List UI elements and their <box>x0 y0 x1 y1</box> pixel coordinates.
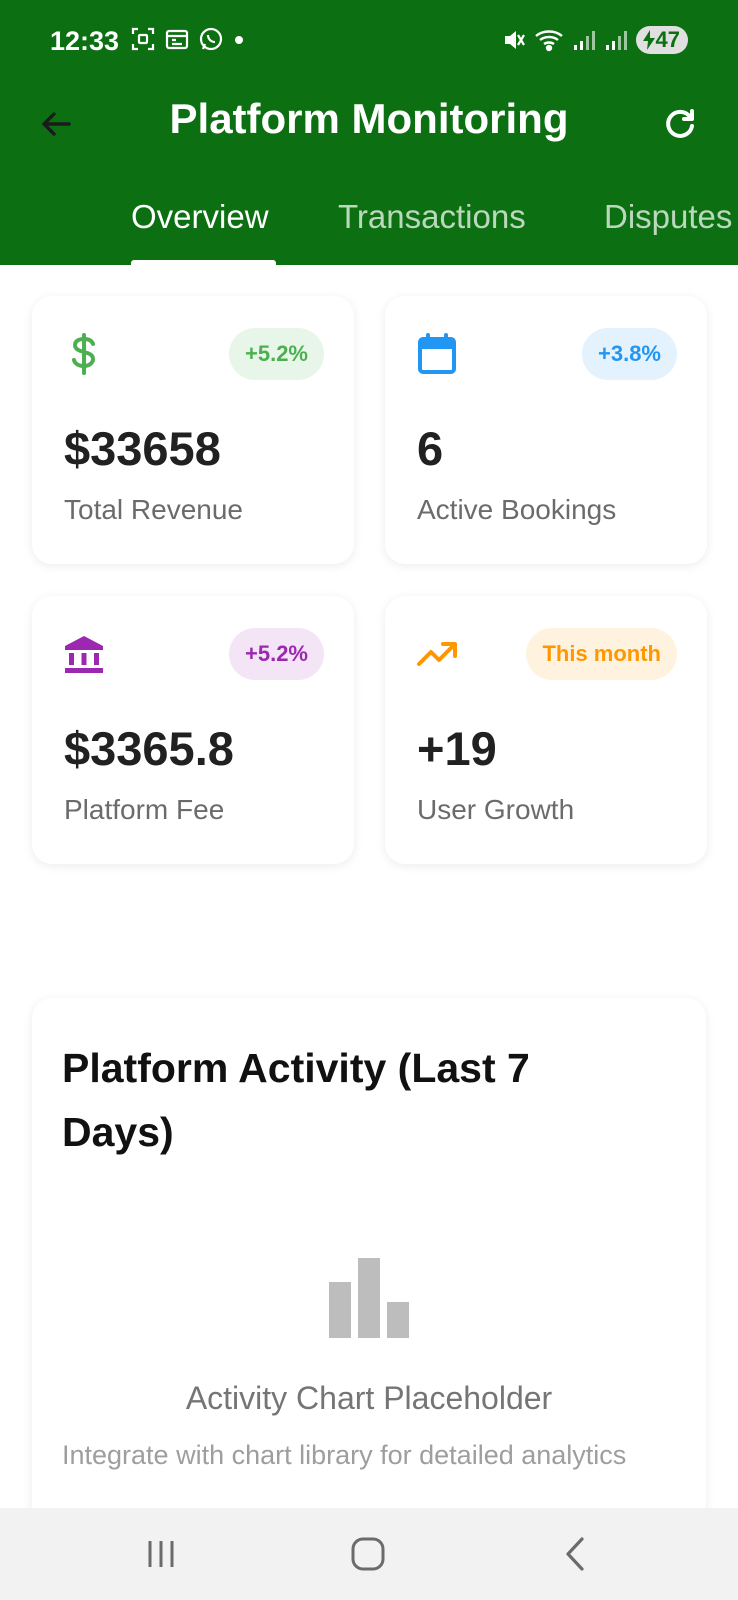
stat-value: +19 <box>417 722 497 775</box>
battery-level: 47 <box>655 27 680 52</box>
stat-card-active-bookings: +3.8% 6 Active Bookings <box>385 296 707 564</box>
stat-badge: +5.2% <box>229 628 324 680</box>
chart-placeholder-title: Activity Chart Placeholder <box>185 1380 553 1416</box>
bar-chart-icon <box>327 1256 411 1345</box>
stat-label: Total Revenue <box>64 494 244 525</box>
home-icon <box>351 1537 385 1571</box>
tab-disputes[interactable]: Disputes <box>604 198 732 236</box>
tab-transactions[interactable]: Transactions <box>338 198 526 236</box>
stat-card-platform-fee: +5.2% $3365.8 Platform Fee <box>32 596 354 864</box>
stat-value: $33658 <box>64 422 221 475</box>
mute-icon <box>504 31 525 49</box>
tab-indicator <box>131 260 276 265</box>
system-nav-bar <box>0 1508 738 1600</box>
wifi-icon <box>534 30 563 52</box>
calendar-icon <box>415 332 459 376</box>
dollar-icon <box>62 332 106 376</box>
trending-up-icon <box>415 632 459 676</box>
battery-icon: 47 <box>635 26 688 54</box>
status-icons-right: 47 <box>502 26 688 54</box>
status-icons-left <box>130 26 246 52</box>
stat-badge: This month <box>526 628 677 680</box>
signal-icon <box>573 31 595 50</box>
stat-label: Platform Fee <box>64 794 225 825</box>
dot-icon <box>235 36 243 44</box>
stat-label: Active Bookings <box>417 494 617 525</box>
page-title: Platform Monitoring <box>169 95 569 142</box>
tab-overview[interactable]: Overview <box>131 198 269 236</box>
calendar-icon <box>165 29 189 50</box>
stat-label: User Growth <box>417 794 575 825</box>
stat-badge: +3.8% <box>582 328 677 380</box>
back-icon <box>566 1537 584 1571</box>
stat-value: $3365.8 <box>64 722 234 775</box>
nav-back-button[interactable] <box>545 1526 605 1582</box>
stat-card-user-growth: This month +19 User Growth <box>385 596 707 864</box>
signal-icon <box>605 31 627 50</box>
stat-card-total-revenue: +5.2% $33658 Total Revenue <box>32 296 354 564</box>
activity-title: Platform Activity (Last 7 Days) <box>62 1045 530 1155</box>
recent-apps-icon <box>148 1541 174 1567</box>
whatsapp-icon <box>199 27 223 51</box>
status-bar: 12:33 47 <box>0 0 738 84</box>
recent-apps-button[interactable] <box>131 1526 191 1582</box>
refresh-button[interactable] <box>652 96 708 152</box>
tab-bar: Overview Transactions Disputes <box>0 190 738 265</box>
home-button[interactable] <box>338 1526 398 1582</box>
app-bar: 12:33 47 Platform Monitoring Overview Tr… <box>0 0 738 265</box>
stat-badge: +5.2% <box>229 328 324 380</box>
bank-icon <box>62 632 106 676</box>
screenshot-icon <box>131 27 155 51</box>
refresh-icon <box>666 109 694 138</box>
stat-value: 6 <box>417 422 444 475</box>
chart-placeholder-subtitle: Integrate with chart library for detaile… <box>62 1440 627 1470</box>
status-time: 12:33 <box>50 26 120 56</box>
